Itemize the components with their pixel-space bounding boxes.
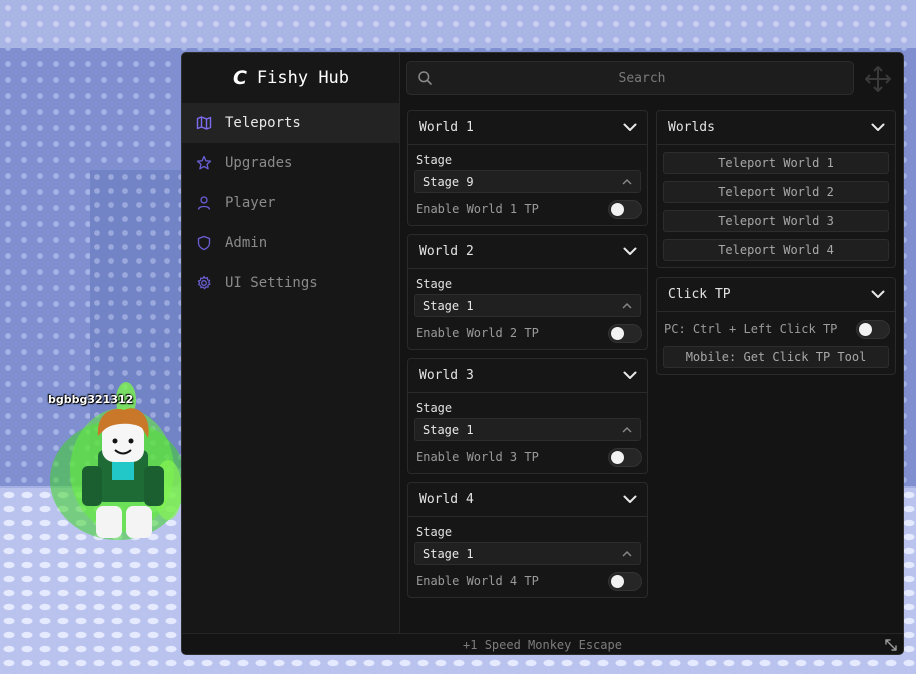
chevron-down-icon [623, 247, 637, 255]
fishy-hub-window: C Fishy Hub Teleports Upgrades Player Ad… [181, 52, 904, 655]
background-top-wall [0, 0, 916, 48]
world-2-header[interactable]: World 2 [408, 235, 647, 269]
world-2-toggle-row: Enable World 2 TP [416, 323, 642, 343]
app-title: Fishy Hub [256, 68, 350, 88]
panel-title: Click TP [668, 287, 731, 302]
sidebar-item-label: Admin [225, 235, 268, 251]
world-4-toggle-row: Enable World 4 TP [416, 571, 642, 591]
sidebar-item-upgrades[interactable]: Upgrades [182, 143, 399, 183]
world-1-toggle-row: Enable World 1 TP [416, 199, 642, 219]
sidebar-item-admin[interactable]: Admin [182, 223, 399, 263]
shield-icon [196, 235, 212, 251]
panel-title: World 2 [419, 244, 474, 259]
chevron-up-icon [622, 427, 632, 433]
sidebar: C Fishy Hub Teleports Upgrades Player Ad… [182, 53, 400, 633]
chevron-up-icon [622, 551, 632, 557]
teleport-world-3-button[interactable]: Teleport World 3 [663, 210, 889, 232]
stage-label: Stage [416, 525, 453, 539]
chevron-down-icon [623, 495, 637, 503]
chevron-down-icon [871, 290, 885, 298]
player-nametag: bgbbg321312 [48, 393, 134, 406]
chevron-down-icon [623, 123, 637, 131]
stage-label: Stage [416, 153, 453, 167]
toggle-label: Enable World 1 TP [416, 202, 539, 216]
click-tp-header[interactable]: Click TP [657, 278, 895, 312]
search-icon [417, 70, 433, 90]
toggle-knob [611, 326, 624, 340]
toggle-knob [611, 202, 624, 216]
world-3-header[interactable]: World 3 [408, 359, 647, 393]
chevron-up-icon [622, 179, 632, 185]
dropdown-value: Stage 9 [423, 174, 474, 189]
world-3-stage-dropdown[interactable]: Stage 1 [414, 418, 641, 441]
toggle-label: Enable World 4 TP [416, 574, 539, 588]
stage-label: Stage [416, 401, 453, 415]
dropdown-value: Stage 1 [423, 422, 474, 437]
world-2-tp-toggle[interactable] [608, 323, 642, 343]
teleport-world-4-button[interactable]: Teleport World 4 [663, 239, 889, 261]
world-1-tp-toggle[interactable] [608, 199, 642, 219]
world-3-tp-toggle[interactable] [608, 447, 642, 467]
chevron-up-icon [622, 303, 632, 309]
world-3-panel: World 3 Stage Stage 1 Enable World 3 TP [407, 358, 648, 474]
chevron-down-icon [623, 371, 637, 379]
toggle-label: Enable World 3 TP [416, 450, 539, 464]
user-icon [196, 195, 212, 211]
dropdown-value: Stage 1 [423, 546, 474, 561]
get-click-tp-tool-button[interactable]: Mobile: Get Click TP Tool [663, 346, 889, 368]
worlds-panel: Worlds Teleport World 1 Teleport World 2… [656, 110, 896, 268]
click-tp-panel: Click TP PC: Ctrl + Left Click TP Mobile… [656, 277, 896, 375]
world-1-stage-dropdown[interactable]: Stage 9 [414, 170, 641, 193]
world-2-stage-dropdown[interactable]: Stage 1 [414, 294, 641, 317]
sidebar-item-label: Teleports [225, 115, 301, 131]
brand: C Fishy Hub [182, 53, 400, 103]
teleport-world-1-button[interactable]: Teleport World 1 [663, 152, 889, 174]
star-icon [196, 155, 212, 171]
chevron-down-icon [871, 123, 885, 131]
search-bar [406, 61, 854, 95]
sidebar-item-label: Player [225, 195, 276, 211]
toggle-knob [611, 574, 624, 588]
toggle-knob [611, 450, 624, 464]
move-window-button[interactable] [864, 65, 892, 93]
gear-icon [196, 275, 212, 291]
panel-title: World 1 [419, 120, 474, 135]
search-input[interactable] [437, 62, 847, 94]
world-3-toggle-row: Enable World 3 TP [416, 447, 642, 467]
resize-handle[interactable] [884, 637, 898, 651]
world-1-header[interactable]: World 1 [408, 111, 647, 145]
teleport-world-2-button[interactable]: Teleport World 2 [663, 181, 889, 203]
toggle-label: Enable World 2 TP [416, 326, 539, 340]
dropdown-value: Stage 1 [423, 298, 474, 313]
sidebar-item-ui-settings[interactable]: UI Settings [182, 263, 399, 303]
world-2-panel: World 2 Stage Stage 1 Enable World 2 TP [407, 234, 648, 350]
panel-title: Worlds [668, 120, 715, 135]
world-4-stage-dropdown[interactable]: Stage 1 [414, 542, 641, 565]
map-icon [196, 115, 212, 131]
world-4-header[interactable]: World 4 [408, 483, 647, 517]
app-logo: C [232, 67, 247, 89]
toggle-knob [859, 322, 872, 336]
stage-label: Stage [416, 277, 453, 291]
status-footer: +1 Speed Monkey Escape [182, 633, 903, 654]
world-4-tp-toggle[interactable] [608, 571, 642, 591]
toggle-label: PC: Ctrl + Left Click TP [664, 322, 838, 336]
sidebar-item-player[interactable]: Player [182, 183, 399, 223]
sidebar-item-teleports[interactable]: Teleports [182, 103, 399, 143]
sidebar-item-label: UI Settings [225, 275, 318, 291]
world-1-panel: World 1 Stage Stage 9 Enable World 1 TP [407, 110, 648, 226]
sidebar-item-label: Upgrades [225, 155, 293, 171]
click-tp-toggle-row: PC: Ctrl + Left Click TP [664, 319, 890, 339]
move-icon [865, 66, 891, 92]
resize-icon [885, 639, 897, 651]
world-4-panel: World 4 Stage Stage 1 Enable World 4 TP [407, 482, 648, 598]
panel-title: World 4 [419, 492, 474, 507]
panel-title: World 3 [419, 368, 474, 383]
click-tp-toggle[interactable] [856, 319, 890, 339]
worlds-header[interactable]: Worlds [657, 111, 895, 145]
